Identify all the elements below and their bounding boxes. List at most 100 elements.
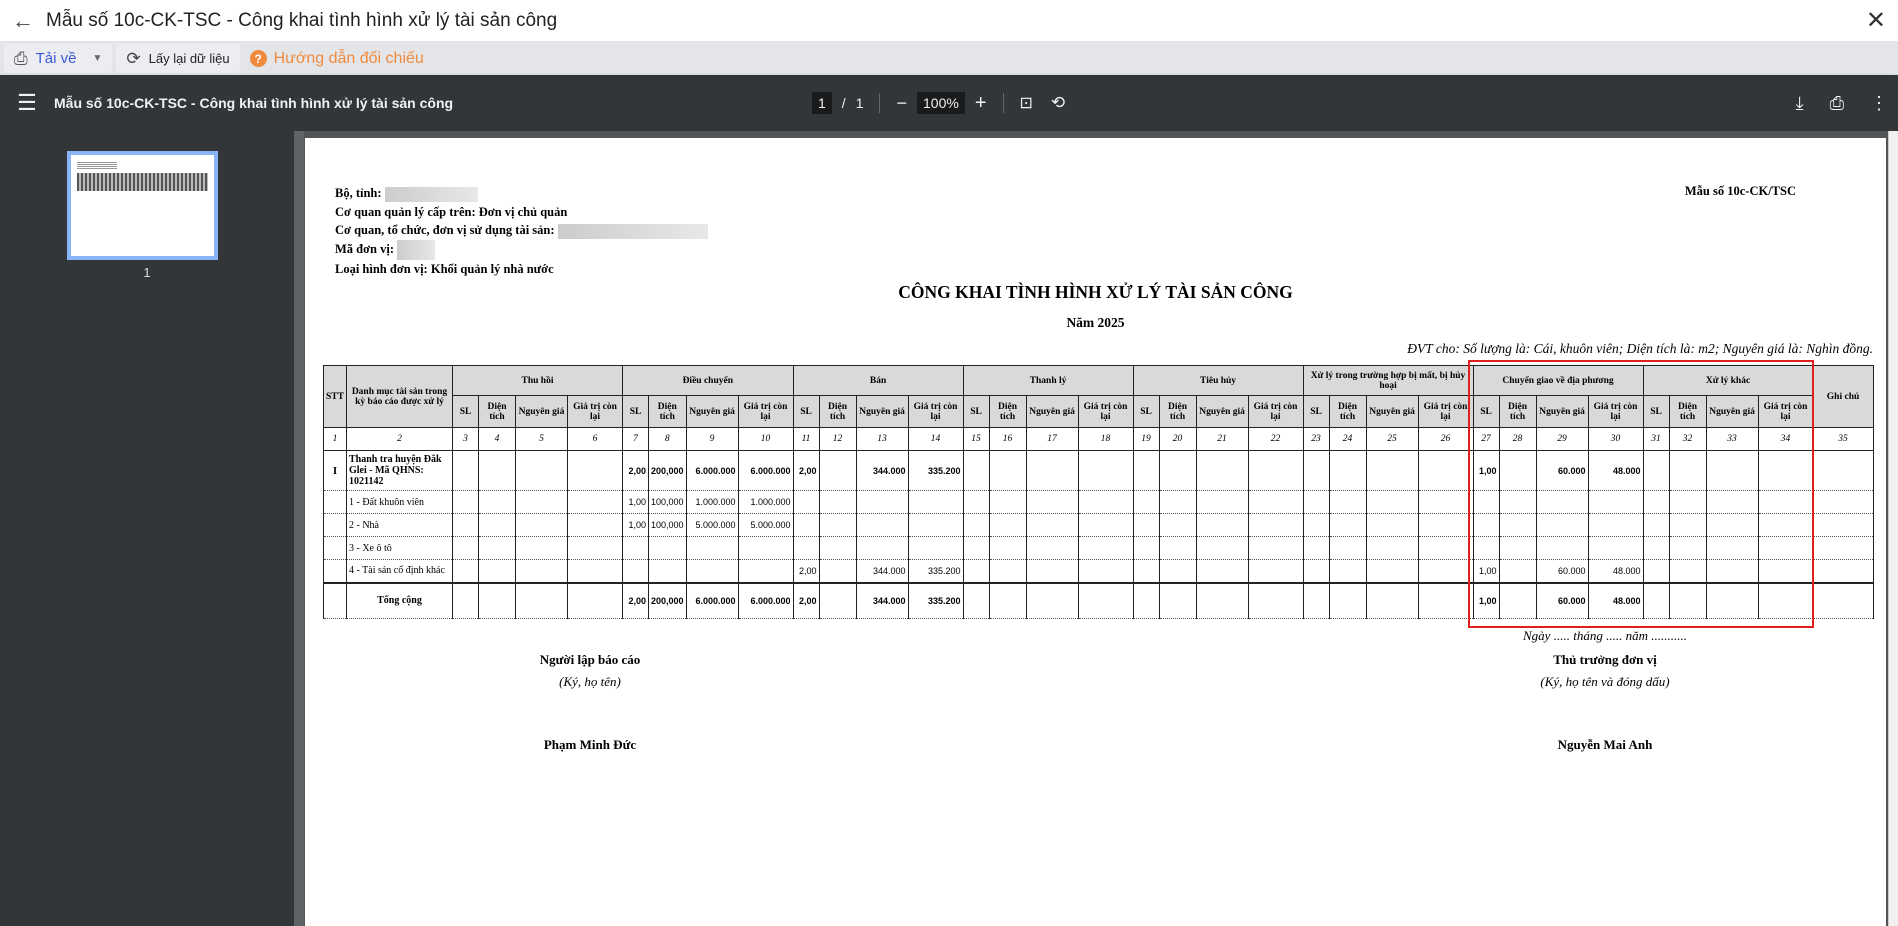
- redacted-field: [384, 186, 478, 202]
- table-cell: [962, 536, 990, 560]
- header-sub: Diện tích: [478, 395, 516, 428]
- table-cell: [1302, 490, 1330, 514]
- header-note: Ghi chú: [1812, 365, 1874, 428]
- table-cell: 335.200: [907, 450, 964, 491]
- header-sub: Giá trị còn lại: [737, 395, 794, 428]
- table-cell: [818, 490, 857, 514]
- header-group: Điều chuyển: [622, 365, 794, 396]
- ministry-label: Bộ, tỉnh:: [335, 186, 382, 200]
- header-sub: Nguyên giá: [1365, 395, 1419, 428]
- refresh-icon: ⟳: [126, 48, 141, 68]
- fit-page-icon[interactable]: ⊡: [1020, 93, 1033, 113]
- column-number: 22: [1247, 427, 1304, 451]
- pdf-toolbar: ☰ Mẫu số 10c-CK-TSC - Công khai tình hìn…: [0, 75, 1898, 131]
- head-signature: Thủ trưởng đơn vị (Ký, họ tên và đóng dấ…: [1470, 652, 1740, 753]
- header-sub: SL: [1132, 395, 1160, 428]
- header-sub: Nguyên giá: [855, 395, 909, 428]
- arrow-left-icon[interactable]: ←: [0, 8, 46, 34]
- table-cell: [1417, 536, 1474, 560]
- header-sub: Diện tích: [1328, 395, 1367, 428]
- table-cell: 60.000: [1535, 450, 1589, 491]
- viewer-scrollbar[interactable]: [1888, 131, 1898, 926]
- redacted-field: [557, 223, 708, 239]
- table-cell: [792, 536, 820, 560]
- table-cell: [1365, 581, 1419, 619]
- table-cell: [1365, 450, 1419, 491]
- report-year: Năm 2025: [1066, 315, 1125, 330]
- zoom-out-icon[interactable]: −: [896, 93, 907, 114]
- table-cell: [1498, 513, 1537, 537]
- column-number: 32: [1668, 427, 1707, 451]
- page-total: 1: [855, 95, 864, 111]
- page-thumbnail[interactable]: [67, 151, 218, 260]
- table-cell: [478, 536, 516, 560]
- table-cell: [1158, 581, 1197, 619]
- more-options-icon[interactable]: ⋮: [1870, 93, 1888, 114]
- header-row-groups: STT Danh mục tài sản trong kỳ báo cáo đượ…: [323, 365, 1874, 428]
- table-cell: 60.000: [1535, 559, 1589, 583]
- table-cell: [1642, 581, 1670, 619]
- table-cell: [1158, 490, 1197, 514]
- table-cell: [1417, 490, 1474, 514]
- table-cell: [855, 536, 909, 560]
- table-cell: [1077, 490, 1134, 514]
- menu-icon[interactable]: ☰: [0, 90, 54, 116]
- table-cell: [962, 513, 990, 537]
- table-cell: [1247, 559, 1304, 583]
- column-number: 6: [567, 427, 623, 451]
- print-icon[interactable]: ⎙: [1830, 93, 1844, 114]
- table-cell: 60.000: [1535, 581, 1589, 619]
- column-number: 30: [1587, 427, 1644, 451]
- table-cell: [988, 581, 1027, 619]
- close-icon[interactable]: ✕: [1866, 6, 1886, 35]
- action-toolbar: ⎙ Tải về ▼ ⟳ Lấy lại dữ liệu ? Hướng dẫn…: [0, 42, 1898, 75]
- table-cell: [567, 581, 623, 619]
- table-cell: [1328, 581, 1367, 619]
- rotate-icon[interactable]: ⟲: [1051, 93, 1065, 113]
- zoom-input[interactable]: 100%: [917, 92, 965, 114]
- table-cell: [1535, 513, 1589, 537]
- table-cell: 200,000: [648, 581, 687, 619]
- sidebar-scrollbar[interactable]: [294, 131, 304, 926]
- table-cell: [1812, 450, 1874, 491]
- unit-code-label: Mã đơn vị:: [335, 241, 395, 256]
- header-group: Thu hồi: [452, 365, 623, 396]
- table-cell: 5.000.000: [685, 513, 739, 537]
- table-cell: [818, 559, 857, 583]
- table-cell: [1077, 536, 1134, 560]
- head-role: Thủ trưởng đơn vị: [1553, 652, 1657, 667]
- window-title: Mẫu số 10c-CK-TSC - Công khai tình hình …: [46, 9, 558, 31]
- column-number: 34: [1757, 427, 1814, 451]
- table-cell: 2,00: [792, 450, 820, 491]
- column-number: 17: [1025, 427, 1079, 451]
- header-sub: Nguyên giá: [1705, 395, 1759, 428]
- table-cell: 335.200: [907, 581, 964, 619]
- table-cell: [1195, 581, 1249, 619]
- download-icon[interactable]: ⤓: [1796, 93, 1804, 114]
- table-cell: [1247, 490, 1304, 514]
- table-cell: [1077, 513, 1134, 537]
- download-button[interactable]: ⎙ Tải về ▼: [4, 44, 113, 73]
- table-cell: [1025, 581, 1079, 619]
- refresh-label: Lấy lại dữ liệu: [148, 51, 230, 66]
- header-sub: SL: [622, 395, 649, 428]
- zoom-in-icon[interactable]: +: [975, 92, 987, 115]
- page-number-input[interactable]: 1: [812, 92, 832, 114]
- preparer-name: Phạm Minh Đức: [543, 737, 637, 752]
- head-name: Nguyễn Mai Anh: [1557, 737, 1653, 752]
- help-link[interactable]: ? Hướng dẫn đối chiếu: [244, 50, 424, 68]
- table-cell: [515, 513, 568, 537]
- preparer-signature: Người lập báo cáo (Ký, họ tên) Phạm Minh…: [455, 652, 725, 753]
- table-cell: [1757, 581, 1814, 619]
- header-sub: Giá trị còn lại: [1077, 395, 1134, 428]
- table-cell: Tổng cộng: [346, 581, 453, 619]
- table-cell: [1642, 536, 1670, 560]
- refresh-data-button[interactable]: ⟳ Lấy lại dữ liệu: [116, 44, 240, 73]
- table-cell: [1498, 490, 1537, 514]
- column-number: 9: [685, 427, 739, 451]
- table-cell: [1705, 581, 1759, 619]
- table-cell: [1417, 513, 1474, 537]
- table-cell: [1812, 536, 1874, 560]
- table-cell: [1498, 559, 1537, 583]
- window-titlebar: ← Mẫu số 10c-CK-TSC - Công khai tình hìn…: [0, 0, 1898, 42]
